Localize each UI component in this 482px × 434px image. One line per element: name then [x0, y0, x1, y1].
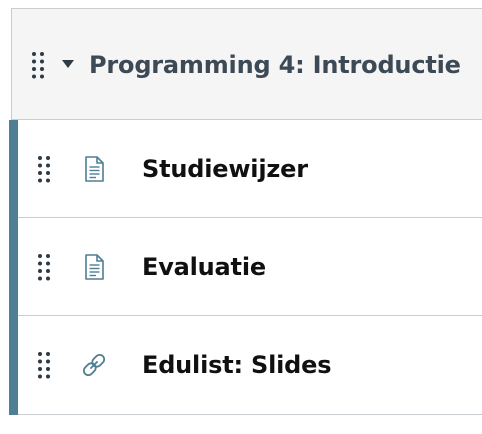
module-title: Programming 4: Introductie	[89, 51, 461, 79]
list-item[interactable]: Studiewijzer	[18, 120, 482, 218]
drag-handle-icon[interactable]	[37, 253, 51, 281]
module-items-list: Studiewijzer Evaluatie Edulist: Slides	[9, 120, 482, 415]
item-label[interactable]: Studiewijzer	[142, 149, 308, 189]
item-label[interactable]: Evaluatie	[142, 247, 266, 287]
drag-handle-icon[interactable]	[37, 351, 51, 379]
item-label[interactable]: Edulist: Slides	[142, 345, 332, 385]
module-header[interactable]: Programming 4: Introductie	[11, 8, 482, 120]
list-item[interactable]: Evaluatie	[18, 218, 482, 316]
course-module: Programming 4: Introductie Studiewijzer …	[0, 0, 482, 434]
document-icon	[80, 253, 108, 281]
drag-handle-icon[interactable]	[37, 155, 51, 183]
list-item[interactable]: Edulist: Slides	[18, 316, 482, 415]
document-icon	[80, 155, 108, 183]
link-icon	[80, 351, 108, 379]
caret-down-icon[interactable]	[61, 57, 75, 71]
drag-handle-icon[interactable]	[31, 51, 45, 79]
module-accent-bar	[9, 120, 18, 415]
